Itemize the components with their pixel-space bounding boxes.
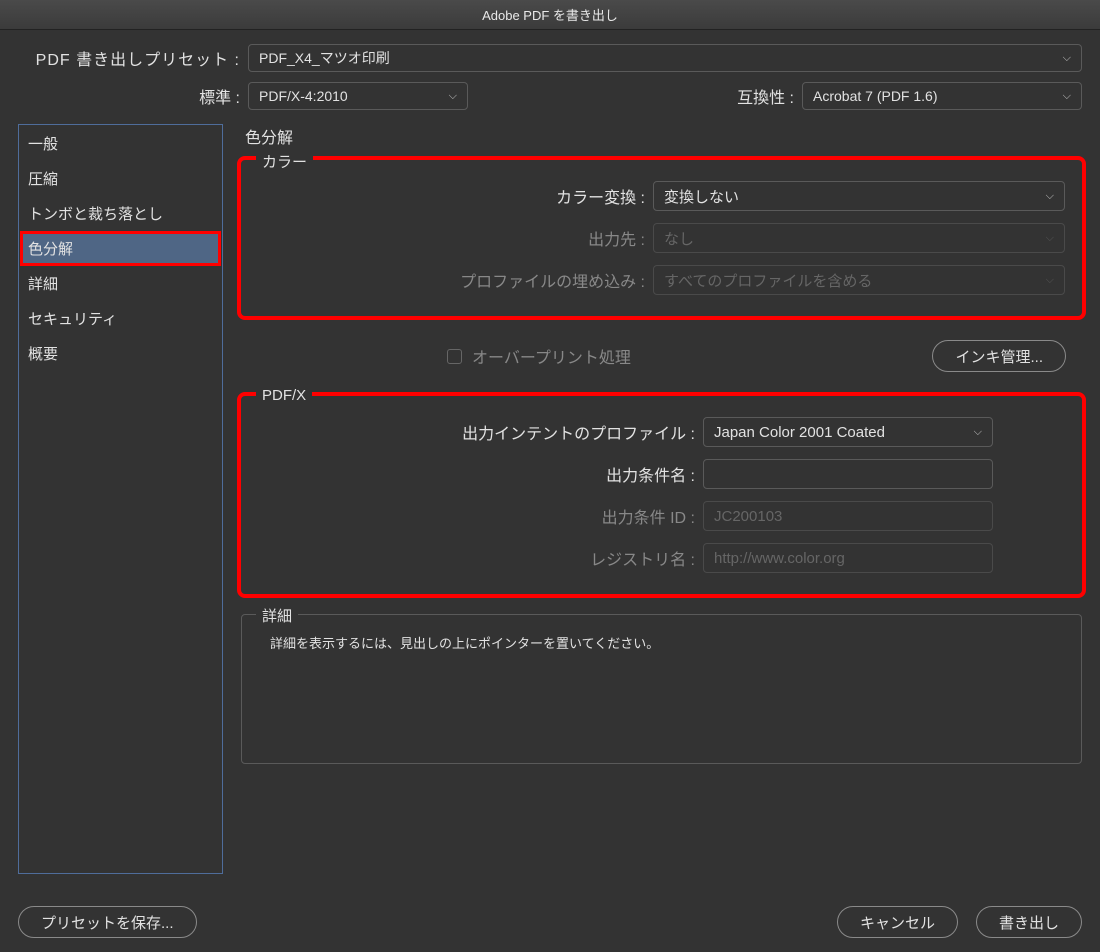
color-conversion-value: 変換しない — [664, 186, 739, 207]
preset-dropdown[interactable]: PDF_X4_マツオ印刷 ⌵ — [248, 44, 1082, 72]
pdfx-fieldset: PDF/X 出力インテントのプロファイル : Japan Color 2001 … — [241, 396, 1082, 594]
pdfx-legend: PDF/X — [256, 387, 312, 404]
window-title-bar: Adobe PDF を書き出し — [0, 0, 1100, 30]
chevron-down-icon: ⌵ — [1046, 190, 1054, 203]
registry-input: http://www.color.org — [703, 543, 993, 573]
panel-title: 色分解 — [241, 124, 1082, 148]
chevron-down-icon: ⌵ — [1063, 52, 1071, 65]
condition-id-label: 出力条件 ID : — [258, 504, 703, 528]
profile-embed-value: すべてのプロファイルを含める — [664, 270, 872, 291]
color-fieldset: カラー カラー変換 : 変換しない ⌵ 出力先 : なし ⌵ プロ — [241, 160, 1082, 316]
sidebar-item-summary[interactable]: 概要 — [20, 336, 221, 371]
compatibility-dropdown[interactable]: Acrobat 7 (PDF 1.6) ⌵ — [802, 82, 1082, 110]
registry-label: レジストリ名 : — [258, 546, 703, 570]
detail-text: 詳細を表示するには、見出しの上にポインターを置いてください。 — [258, 629, 1065, 652]
chevron-down-icon: ⌵ — [974, 426, 982, 439]
standard-dropdown[interactable]: PDF/X-4:2010 ⌵ — [248, 82, 468, 110]
intent-profile-value: Japan Color 2001 Coated — [714, 424, 885, 441]
output-dropdown: なし ⌵ — [653, 223, 1065, 253]
color-conversion-label: カラー変換 : — [258, 184, 653, 208]
sidebar-item-advanced[interactable]: 詳細 — [20, 266, 221, 301]
color-conversion-dropdown[interactable]: 変換しない ⌵ — [653, 181, 1065, 211]
preset-label: PDF 書き出しプリセット : — [18, 46, 248, 70]
chevron-down-icon: ⌵ — [1046, 232, 1054, 245]
sidebar-item-compression[interactable]: 圧縮 — [20, 161, 221, 196]
condition-name-label: 出力条件名 : — [258, 462, 703, 486]
sidebar: 一般 圧縮 トンボと裁ち落とし 色分解 詳細 セキュリティ 概要 — [18, 124, 223, 874]
standard-label: 標準 : — [18, 84, 248, 108]
sidebar-item-security[interactable]: セキュリティ — [20, 301, 221, 336]
output-label: 出力先 : — [258, 226, 653, 250]
ink-manage-button[interactable]: インキ管理... — [932, 340, 1066, 372]
condition-name-input[interactable] — [703, 459, 993, 489]
cancel-button[interactable]: キャンセル — [837, 906, 958, 938]
window-title: Adobe PDF を書き出し — [482, 5, 618, 24]
compatibility-label: 互換性 : — [737, 84, 802, 108]
preset-value: PDF_X4_マツオ印刷 — [259, 48, 390, 68]
sidebar-item-output[interactable]: 色分解 — [20, 231, 221, 266]
overprint-checkbox-wrap: オーバープリント処理 — [447, 344, 631, 368]
overprint-label: オーバープリント処理 — [472, 344, 631, 368]
detail-legend: 詳細 — [256, 605, 298, 626]
intent-profile-label: 出力インテントのプロファイル : — [258, 420, 703, 444]
profile-embed-dropdown: すべてのプロファイルを含める ⌵ — [653, 265, 1065, 295]
output-value: なし — [664, 228, 694, 249]
registry-value: http://www.color.org — [714, 550, 845, 567]
intent-profile-dropdown[interactable]: Japan Color 2001 Coated ⌵ — [703, 417, 993, 447]
chevron-down-icon: ⌵ — [1046, 274, 1054, 287]
sidebar-item-marks[interactable]: トンボと裁ち落とし — [20, 196, 221, 231]
profile-embed-label: プロファイルの埋め込み : — [258, 268, 653, 292]
color-legend: カラー — [256, 151, 313, 172]
overprint-checkbox — [447, 349, 462, 364]
condition-id-input: JC200103 — [703, 501, 993, 531]
condition-id-value: JC200103 — [714, 508, 782, 525]
compatibility-value: Acrobat 7 (PDF 1.6) — [813, 88, 938, 104]
standard-value: PDF/X-4:2010 — [259, 88, 348, 104]
sidebar-item-general[interactable]: 一般 — [20, 126, 221, 161]
save-preset-button[interactable]: プリセットを保存... — [18, 906, 197, 938]
detail-fieldset: 詳細 詳細を表示するには、見出しの上にポインターを置いてください。 — [241, 614, 1082, 764]
chevron-down-icon: ⌵ — [1063, 90, 1071, 103]
export-button[interactable]: 書き出し — [976, 906, 1082, 938]
chevron-down-icon: ⌵ — [449, 90, 457, 103]
